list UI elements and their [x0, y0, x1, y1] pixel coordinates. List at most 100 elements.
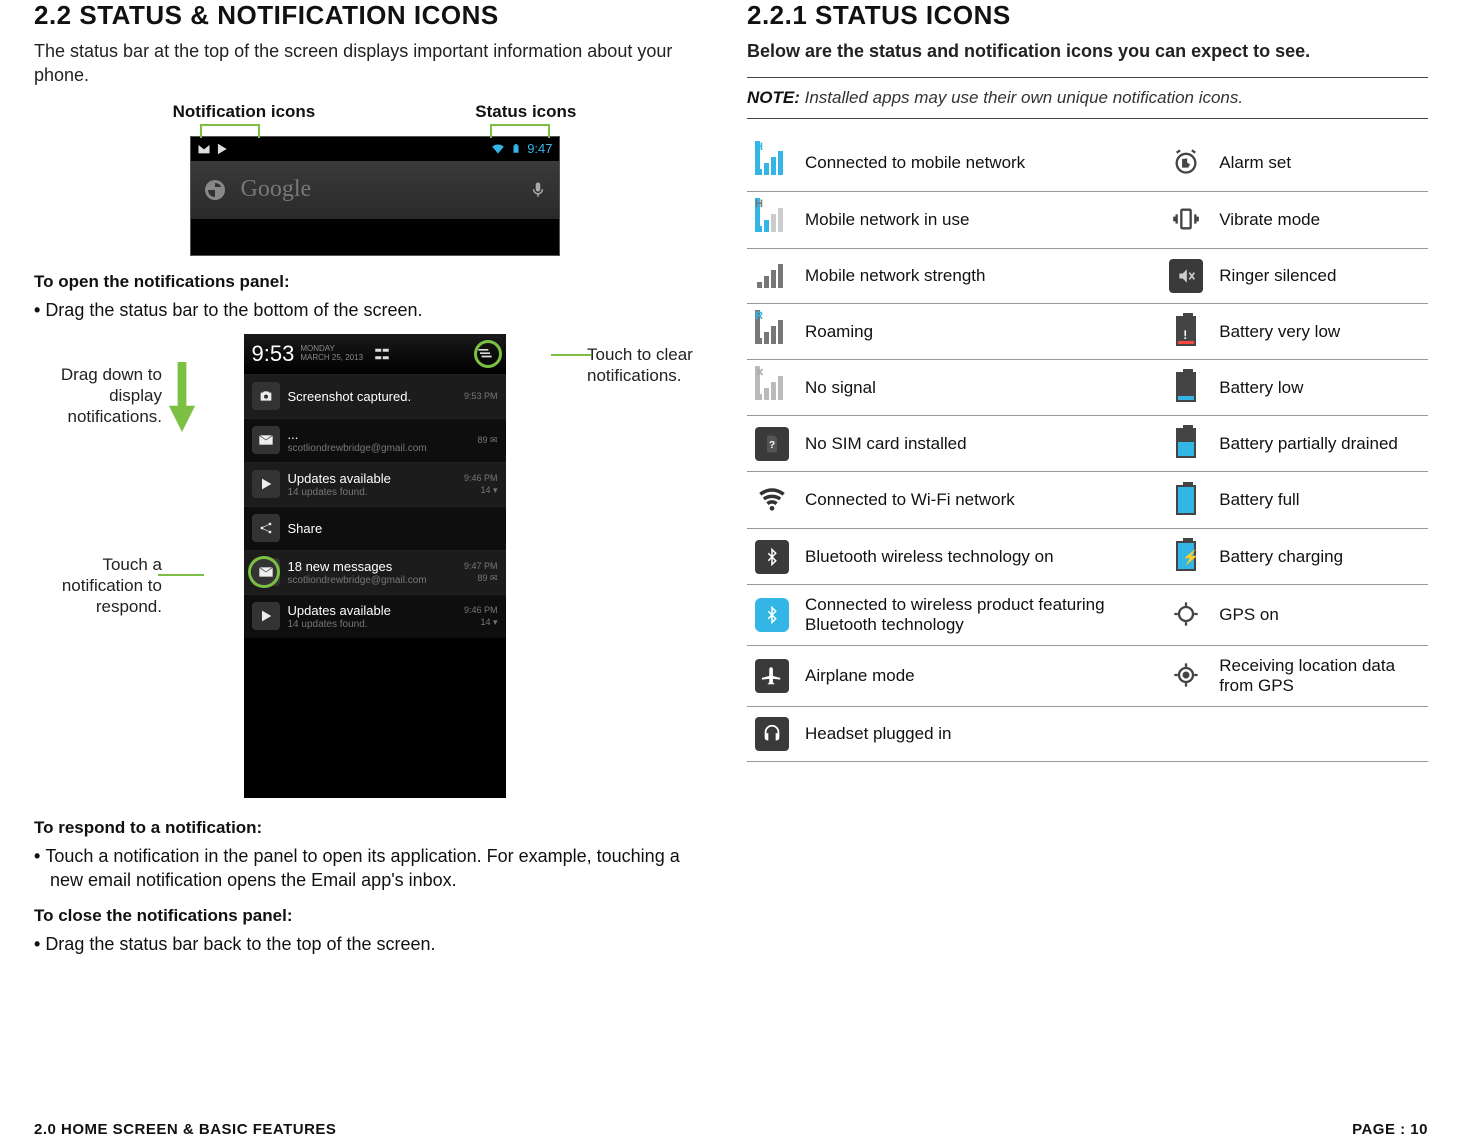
- google-logo-icon: [203, 178, 227, 202]
- share-icon: [252, 514, 280, 542]
- gps-on-icon: [1161, 585, 1211, 646]
- icon-description: Airplane mode: [797, 646, 1161, 707]
- mail-icon: [252, 426, 280, 454]
- empty-icon: [1161, 707, 1211, 762]
- camera-icon: [252, 382, 280, 410]
- icon-description: Mobile network in use: [797, 192, 1161, 249]
- notification-title: ...: [288, 427, 470, 442]
- table-row: RRoaming!Battery very low: [747, 304, 1428, 360]
- svg-text:L: L: [1183, 159, 1188, 169]
- gps-rx-icon: [1161, 646, 1211, 707]
- notification-title: Updates available: [288, 603, 456, 618]
- status-icons-table: HConnected to mobile networkLAlarm setHM…: [747, 135, 1428, 762]
- notification-time: 9:46 PM: [464, 473, 498, 483]
- icon-description: No signal: [797, 360, 1161, 416]
- svg-text:?: ?: [769, 440, 775, 451]
- no-sim-icon: ?: [747, 416, 797, 472]
- icon-description: Receiving location data from GPS: [1211, 646, 1428, 707]
- notification-count: 89 ✉: [477, 573, 497, 584]
- notification-time: 9:53 PM: [464, 391, 498, 401]
- batt-chg-icon: ⚡: [1161, 529, 1211, 585]
- statusbar-time: 9:47: [527, 141, 552, 156]
- label-status-icons: Status icons: [475, 102, 576, 122]
- notification-count: 89 ✉: [477, 435, 497, 446]
- notification-row: Screenshot captured. 9:53 PM: [244, 374, 506, 418]
- notification-title: Updates available: [288, 471, 456, 486]
- table-row: Airplane mode Receiving location data fro…: [747, 646, 1428, 707]
- close-step: Drag the status bar back to the top of t…: [34, 932, 715, 956]
- no-signal-icon: ✕: [747, 360, 797, 416]
- respond-title: To respond to a notification:: [34, 818, 715, 838]
- connector-line: [158, 574, 204, 576]
- icon-description: Battery low: [1211, 360, 1428, 416]
- section-intro: Below are the status and notification ic…: [747, 39, 1428, 63]
- roaming-icon: R: [747, 304, 797, 360]
- notification-title: Share: [288, 521, 490, 536]
- table-row: Headset plugged in: [747, 707, 1428, 762]
- alarm-icon: L: [1161, 135, 1211, 192]
- notification-row: Updates available14 updates found. 9:46 P…: [244, 462, 506, 506]
- icon-description: Connected to mobile network: [797, 135, 1161, 192]
- footer-left: 2.0 HOME SCREEN & BASIC FEATURES: [34, 1121, 336, 1138]
- notification-title: Screenshot captured.: [288, 389, 456, 404]
- icon-description: Connected to wireless product featuring …: [797, 585, 1161, 646]
- note-box: NOTE: Installed apps may use their own u…: [747, 77, 1428, 119]
- batt-vlow-icon: !: [1161, 304, 1211, 360]
- vibrate-icon: [1161, 192, 1211, 249]
- battery-icon: [509, 142, 523, 156]
- notification-row: Share: [244, 506, 506, 550]
- notification-subtitle: scotliondrewbridge@gmail.com: [288, 575, 456, 586]
- icon-description: Battery partially drained: [1211, 416, 1428, 472]
- note-body: Installed apps may use their own unique …: [805, 88, 1243, 107]
- highlight-circle: [248, 556, 280, 588]
- footer-right: PAGE : 10: [1352, 1121, 1428, 1138]
- airplane-icon: [747, 646, 797, 707]
- notification-subtitle: 14 updates found.: [288, 487, 456, 498]
- notification-time: 9:47 PM: [464, 561, 498, 571]
- icon-description: Bluetooth wireless technology on: [797, 529, 1161, 585]
- notification-title: 18 new messages: [288, 559, 456, 574]
- section-heading: 2.2.1 STATUS ICONS: [747, 0, 1428, 31]
- highlight-circle: [474, 340, 502, 368]
- icon-description: Battery full: [1211, 472, 1428, 529]
- icon-description: Roaming: [797, 304, 1161, 360]
- table-row: HConnected to mobile networkLAlarm set: [747, 135, 1428, 192]
- mobile-h-use-icon: H: [747, 192, 797, 249]
- headset-icon: [747, 707, 797, 762]
- icon-description: Alarm set: [1211, 135, 1428, 192]
- play-icon: [252, 470, 280, 498]
- notification-row: ...scotliondrewbridge@gmail.com 89 ✉: [244, 418, 506, 462]
- arrow-down-icon: [168, 362, 196, 432]
- notification-row: 18 new messagesscotliondrewbridge@gmail.…: [244, 550, 506, 594]
- settings-toggle-icon: [369, 341, 395, 367]
- icon-description: Battery very low: [1211, 304, 1428, 360]
- bt-on-icon: [747, 529, 797, 585]
- panel-date: MARCH 25, 2013: [300, 354, 363, 363]
- section-intro: The status bar at the top of the screen …: [34, 39, 715, 88]
- batt-half-icon: [1161, 416, 1211, 472]
- table-row: ?No SIM card installedBattery partially …: [747, 416, 1428, 472]
- connector-line: [551, 354, 591, 356]
- table-row: Connected to wireless product featuring …: [747, 585, 1428, 646]
- statusbar-mock: 9:47 Google: [190, 136, 560, 256]
- icon-description: [1211, 707, 1428, 762]
- notification-subtitle: scotliondrewbridge@gmail.com: [288, 443, 470, 454]
- icon-description: Headset plugged in: [797, 707, 1161, 762]
- callout-touch-respond: Touch a notification to respond.: [22, 554, 162, 618]
- notification-count: 14 ▾: [480, 485, 497, 496]
- notification-subtitle: 14 updates found.: [288, 619, 456, 630]
- icon-description: Mobile network strength: [797, 249, 1161, 304]
- section-heading: 2.2 STATUS & NOTIFICATION ICONS: [34, 0, 715, 31]
- notifications-panel-mock: 9:53 MONDAY MARCH 25, 2013 Screenshot ca…: [244, 334, 506, 798]
- respond-step: Touch a notification in the panel to ope…: [34, 844, 715, 893]
- google-search-placeholder: Google: [241, 176, 515, 203]
- label-notification-icons: Notification icons: [173, 102, 316, 122]
- icon-description: Battery charging: [1211, 529, 1428, 585]
- notification-row: Updates available14 updates found.9:46 P…: [244, 594, 506, 638]
- close-title: To close the notifications panel:: [34, 906, 715, 926]
- mic-icon: [529, 181, 547, 199]
- open-panel-step: Drag the status bar to the bottom of the…: [34, 298, 715, 322]
- play-icon: [215, 142, 229, 156]
- icon-description: Connected to Wi-Fi network: [797, 472, 1161, 529]
- notification-count: 14 ▾: [480, 617, 497, 628]
